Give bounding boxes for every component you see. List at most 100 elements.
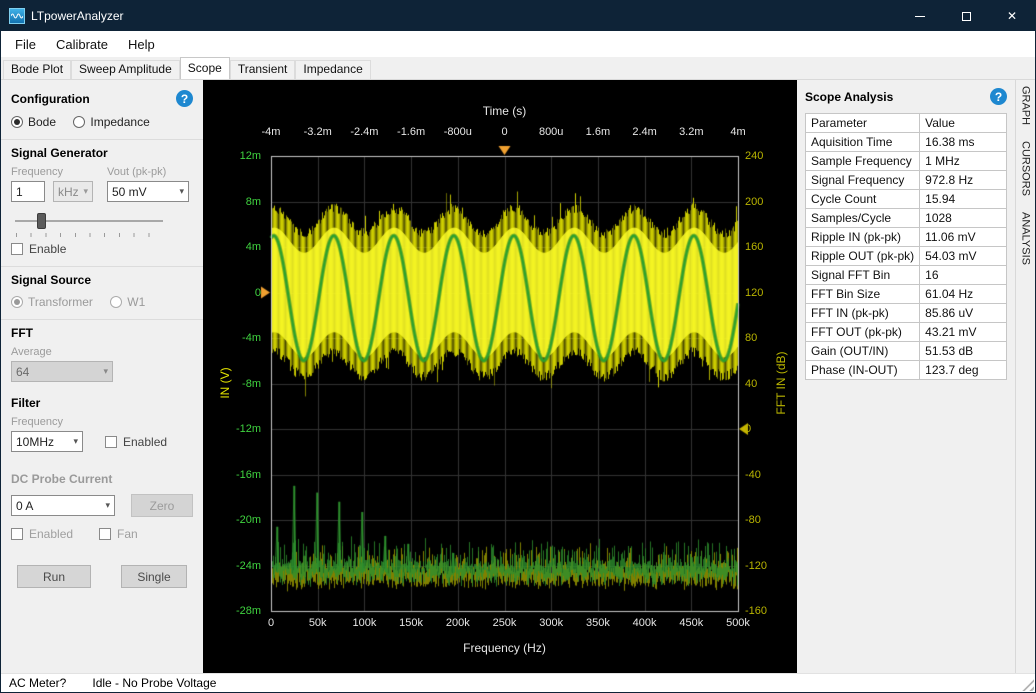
plot-panel: Time (s) -4m-3.2m-2.4m-1.6m-800u0800u1.6…	[203, 80, 797, 673]
configuration-section: Configuration ? Bode Impedance	[1, 84, 203, 139]
table-row[interactable]: Ripple IN (pk-pk)11.06 mV	[806, 228, 1007, 247]
tab-sweep-amplitude[interactable]: Sweep Amplitude	[71, 60, 180, 79]
filter-frequency-select[interactable]: 10MHz ▾	[11, 431, 83, 452]
vout-value: 50 mV	[112, 185, 147, 199]
dc-probe-current-select[interactable]: 0 A ▾	[11, 495, 115, 516]
table-row[interactable]: FFT IN (pk-pk)85.86 uV	[806, 304, 1007, 323]
run-button[interactable]: Run	[17, 565, 91, 588]
frequency-unit-value: kHz	[58, 185, 79, 199]
time-tick-label: 1.6m	[586, 126, 610, 138]
checkbox-label: Enabled	[123, 435, 167, 449]
table-row[interactable]: FFT OUT (pk-pk)43.21 mV	[806, 323, 1007, 342]
value-cell: 972.8 Hz	[920, 171, 1007, 190]
sidebar: Configuration ? Bode Impedance Signal Ge…	[1, 80, 203, 673]
value-cell: 1028	[920, 209, 1007, 228]
menu-calibrate[interactable]: Calibrate	[46, 33, 118, 56]
table-row[interactable]: Aquisition Time16.38 ms	[806, 133, 1007, 152]
signal-source-title: Signal Source	[11, 273, 193, 287]
time-axis-title: Time (s)	[271, 104, 738, 118]
resize-grip[interactable]	[1021, 678, 1034, 691]
table-row[interactable]: Ripple OUT (pk-pk)54.03 mV	[806, 247, 1007, 266]
time-tick-label: -800u	[444, 126, 472, 138]
checkbox-icon	[11, 528, 23, 540]
app-window: LTpowerAnalyzer ✕ FileCalibrateHelp Bode…	[0, 0, 1036, 693]
in-volts-tick-label: 8m	[246, 196, 261, 208]
value-cell: 15.94	[920, 190, 1007, 209]
radio-button-icon	[11, 116, 23, 128]
tab-bode-plot[interactable]: Bode Plot	[3, 60, 71, 79]
filter-title: Filter	[11, 396, 193, 410]
radio-impedance[interactable]: Impedance	[73, 115, 149, 129]
time-tick-label: -2.4m	[350, 126, 378, 138]
fft-average-select[interactable]: 64 ▾	[11, 361, 113, 382]
single-button[interactable]: Single	[121, 565, 187, 588]
table-row[interactable]: Signal Frequency972.8 Hz	[806, 171, 1007, 190]
side-tab-graph[interactable]: GRAPH	[1020, 84, 1032, 127]
minimize-button[interactable]	[897, 1, 943, 31]
param-cell: Aquisition Time	[806, 133, 920, 152]
run-controls: Run Single	[1, 549, 203, 588]
zero-button[interactable]: Zero	[131, 494, 193, 517]
status-message: Idle - No Probe Voltage	[92, 676, 216, 690]
column-header-parameter: Parameter	[806, 114, 920, 133]
radio-bode[interactable]: Bode	[11, 115, 56, 129]
frequency-tick-label: 100k	[352, 617, 376, 629]
help-icon[interactable]: ?	[176, 90, 193, 107]
dc-enabled-checkbox[interactable]: Enabled	[11, 527, 73, 541]
amplitude-slider[interactable]	[13, 212, 165, 238]
checkbox-icon	[99, 528, 111, 540]
frequency-unit-select[interactable]: kHz ▾	[53, 181, 93, 202]
checkbox-icon	[105, 436, 117, 448]
value-cell: 43.21 mV	[920, 323, 1007, 342]
checkbox-label: Enabled	[29, 527, 73, 541]
radio-label: Transformer	[28, 295, 93, 309]
enable-checkbox[interactable]: Enable	[11, 242, 66, 256]
table-row[interactable]: FFT Bin Size61.04 Hz	[806, 285, 1007, 304]
param-cell: Ripple IN (pk-pk)	[806, 228, 920, 247]
filter-section: Filter Frequency 10MHz ▾ Enabled	[1, 390, 203, 460]
tab-transient[interactable]: Transient	[230, 60, 296, 79]
frequency-input[interactable]	[11, 181, 45, 202]
chevron-down-icon: ▾	[103, 366, 108, 377]
table-row[interactable]: Sample Frequency1 MHz	[806, 152, 1007, 171]
help-icon[interactable]: ?	[990, 88, 1007, 105]
radio-transformer[interactable]: Transformer	[11, 295, 93, 309]
column-header-value: Value	[920, 114, 1007, 133]
radio-button-icon	[11, 296, 23, 308]
value-cell: 1 MHz	[920, 152, 1007, 171]
table-row[interactable]: Signal FFT Bin16	[806, 266, 1007, 285]
table-row[interactable]: Phase (IN-OUT)123.7 deg	[806, 361, 1007, 380]
scope-plot-canvas[interactable]	[203, 80, 797, 673]
side-tab-analysis[interactable]: ANALYSIS	[1020, 210, 1032, 267]
value-cell: 85.86 uV	[920, 304, 1007, 323]
side-tab-strip: GRAPH CURSORS ANALYSIS	[1015, 80, 1035, 673]
dc-probe-title: DC Probe Current	[11, 472, 193, 486]
filter-frequency-label: Frequency	[11, 416, 193, 428]
table-row[interactable]: Cycle Count15.94	[806, 190, 1007, 209]
menu-file[interactable]: File	[5, 33, 46, 56]
close-button[interactable]: ✕	[989, 1, 1035, 31]
maximize-icon	[962, 12, 971, 21]
frequency-axis-title: Frequency (Hz)	[271, 641, 738, 655]
filter-enabled-checkbox[interactable]: Enabled	[105, 435, 167, 449]
tabbar: Bode PlotSweep AmplitudeScopeTransientIm…	[1, 57, 1035, 79]
param-cell: Phase (IN-OUT)	[806, 361, 920, 380]
analysis-table: Parameter Value Aquisition Time16.38 msS…	[805, 113, 1007, 380]
slider-thumb[interactable]	[37, 213, 46, 229]
radio-w1[interactable]: W1	[110, 295, 145, 309]
menu-help[interactable]: Help	[118, 33, 165, 56]
side-tab-cursors[interactable]: CURSORS	[1020, 139, 1032, 198]
value-cell: 61.04 Hz	[920, 285, 1007, 304]
fan-checkbox[interactable]: Fan	[99, 527, 138, 541]
table-row[interactable]: Gain (OUT/IN)51.53 dB	[806, 342, 1007, 361]
param-cell: Sample Frequency	[806, 152, 920, 171]
frequency-tick-label: 500k	[726, 617, 750, 629]
in-volts-tick-label: -12m	[236, 423, 261, 435]
maximize-button[interactable]	[943, 1, 989, 31]
tab-impedance[interactable]: Impedance	[295, 60, 370, 79]
tab-scope[interactable]: Scope	[180, 57, 230, 79]
time-tick-label: -3.2m	[304, 126, 332, 138]
time-tick-label: 3.2m	[679, 126, 703, 138]
vout-select[interactable]: 50 mV ▾	[107, 181, 189, 202]
table-row[interactable]: Samples/Cycle1028	[806, 209, 1007, 228]
